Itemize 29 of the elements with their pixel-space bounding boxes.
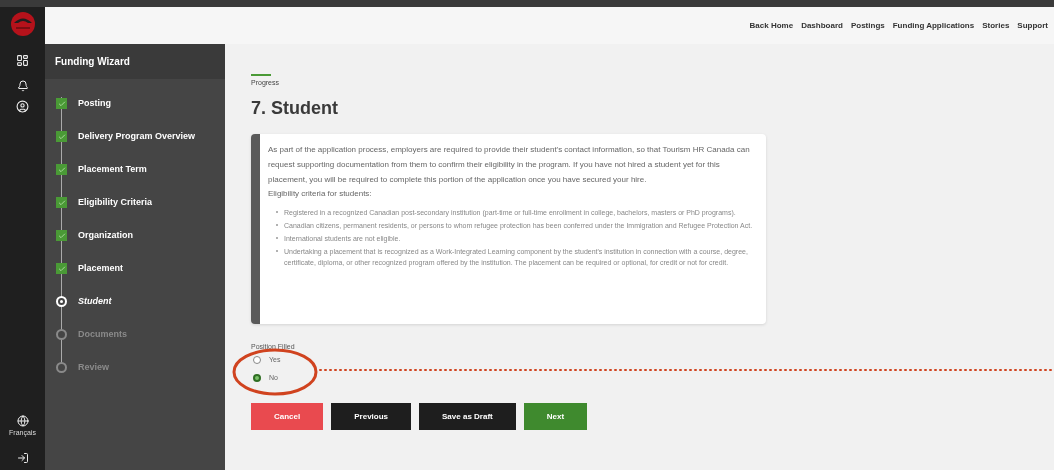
info-subheading: Eligibility criteria for students: [268, 187, 373, 200]
radio-icon[interactable] [253, 373, 261, 382]
dashboard-icon[interactable] [16, 54, 29, 67]
notifications-icon[interactable] [16, 80, 29, 92]
step-link[interactable]: Student [78, 294, 112, 309]
step-link[interactable]: Delivery Program Overview [78, 129, 196, 144]
action-button[interactable]: Next [523, 403, 588, 430]
sidebar-title: Funding Wizard [55, 55, 130, 69]
logout-icon[interactable] [16, 452, 29, 464]
step-link[interactable]: Posting [78, 96, 111, 111]
logo-icon [9, 11, 36, 37]
language-icon[interactable] [16, 414, 29, 427]
nav-link[interactable]: Dashboard [801, 19, 843, 32]
profile-icon[interactable] [16, 100, 29, 113]
nav-link[interactable]: Stories [982, 19, 1010, 32]
step-link[interactable]: Placement Term [78, 162, 147, 177]
action-button[interactable]: Previous [331, 403, 412, 430]
radio-icon[interactable] [253, 356, 261, 365]
step-link[interactable]: Organization [78, 228, 133, 243]
step-link[interactable]: Placement [78, 261, 124, 276]
nav-link[interactable]: Funding Applications [892, 19, 975, 32]
nav-link[interactable]: Support [1017, 19, 1048, 32]
page-heading: 7. Student [251, 98, 339, 117]
step-link[interactable]: Eligibility Criteria [78, 195, 153, 210]
action-button[interactable]: Cancel [251, 403, 324, 430]
action-button[interactable]: Save as Draft [419, 403, 516, 430]
info-paragraph: As part of the application process, employers are required to provide their student's contact information, so that Tourism HR Canada can request supporting documentation from them to confirm their eligibility in the program. If you have not hired a student yet for this placement, you will be required to complete this portion of the application once you have secured your hire. [268, 143, 751, 186]
nav-link[interactable]: Back Home [749, 19, 794, 32]
nav-link[interactable]: Postings [850, 19, 885, 32]
